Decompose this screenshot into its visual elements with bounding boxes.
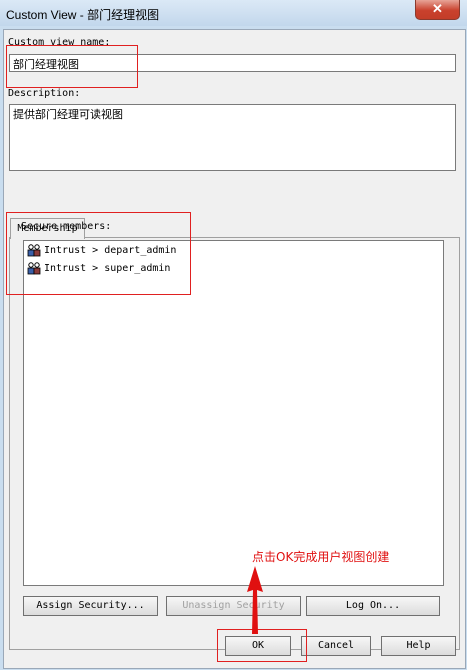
title-bar: Custom View - 部门经理视图 ✕ (0, 0, 467, 26)
name-field[interactable]: 部门经理视图 (9, 54, 456, 72)
close-icon: ✕ (432, 1, 443, 16)
list-item[interactable]: Intrust > depart_admin (27, 242, 176, 258)
cancel-button[interactable]: Cancel (301, 636, 371, 656)
description-label: Description: (8, 88, 81, 99)
window-title: Custom View - 部门经理视图 (6, 8, 160, 22)
name-label: Custom view name: (8, 37, 111, 48)
list-item[interactable]: Intrust > super_admin (27, 260, 170, 276)
arrow-up-icon (247, 566, 263, 634)
secure-members-list[interactable]: Intrust > depart_admin Intrust > super_a… (23, 240, 444, 586)
help-button[interactable]: Help (381, 636, 456, 656)
unassign-security-button[interactable]: Unassign Security (166, 596, 301, 616)
annotation-text: 点击OK完成用户视图创建 (252, 550, 390, 564)
ok-button[interactable]: OK (225, 636, 291, 656)
member-label: Intrust > super_admin (44, 262, 171, 274)
user-group-icon (27, 261, 41, 274)
close-button[interactable]: ✕ (415, 0, 460, 20)
user-group-icon (27, 243, 41, 256)
secure-members-label: Secure members: (21, 221, 112, 232)
description-field[interactable]: 提供部门经理可读视图 (9, 104, 456, 171)
log-on-button[interactable]: Log On... (306, 596, 440, 616)
dialog-body: Custom view name: 部门经理视图 Description: 提供… (3, 29, 466, 669)
assign-security-button[interactable]: Assign Security... (23, 596, 158, 616)
member-label: Intrust > depart_admin (44, 244, 177, 256)
